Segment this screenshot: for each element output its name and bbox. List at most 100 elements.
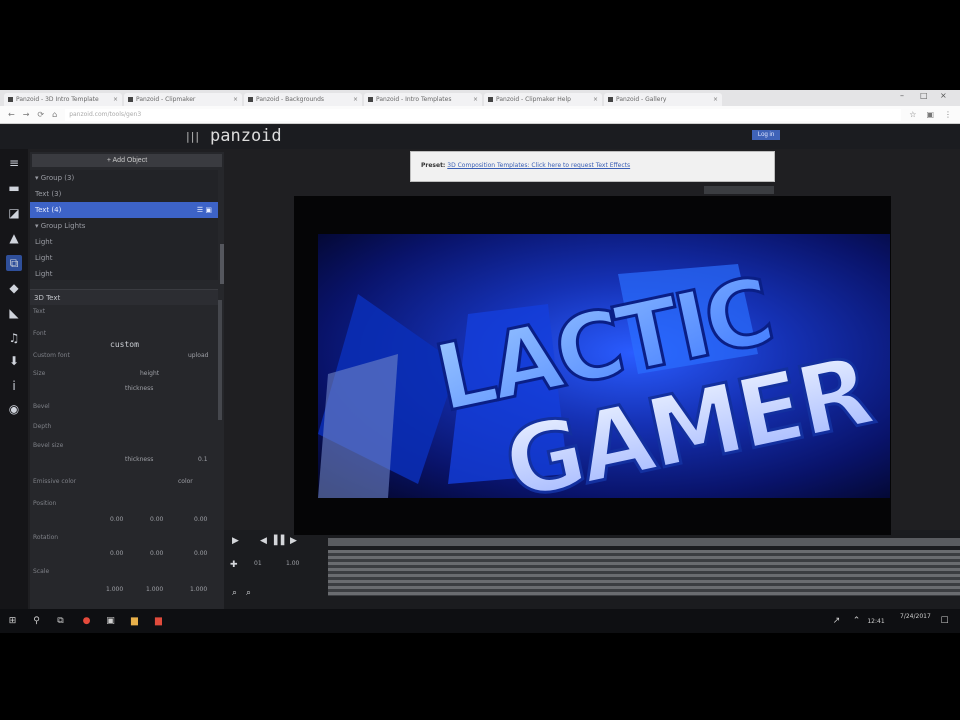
search-icon[interactable]: ⚲	[30, 615, 43, 628]
tree-item[interactable]: ▾ Group (3)	[30, 170, 218, 186]
step-icon[interactable]: ▌▌	[274, 536, 288, 546]
tab-label: Panzoid - 3D Intro Template	[16, 96, 99, 103]
close-icon[interactable]: ×	[353, 96, 358, 103]
position-y[interactable]: 0.00	[150, 516, 163, 523]
star-icon[interactable]: ☆	[909, 110, 916, 119]
menu-icon[interactable]: ≡	[6, 155, 22, 171]
app-icon[interactable]: ▣	[104, 615, 117, 628]
zoom-in-icon[interactable]: ⌕	[246, 588, 251, 598]
close-icon[interactable]: ×	[473, 96, 478, 103]
login-button[interactable]: Log in	[752, 130, 780, 140]
font-value[interactable]: custom	[110, 340, 162, 352]
browser-tab[interactable]: Panzoid - Backgrounds ×	[244, 93, 362, 106]
close-icon[interactable]: ×	[113, 96, 118, 103]
notice-tab[interactable]	[704, 186, 774, 194]
shard-shape	[318, 354, 398, 498]
start-icon[interactable]: ⊞	[6, 615, 19, 628]
favicon-icon	[8, 97, 13, 102]
maximize-icon[interactable]: □	[920, 91, 928, 100]
favicon-icon	[368, 97, 373, 102]
tree-item[interactable]: Light	[30, 234, 218, 250]
browser-tab[interactable]: Panzoid - Clipmaker ×	[124, 93, 242, 106]
extension-icon[interactable]: ▣	[926, 110, 934, 119]
tree-item[interactable]: Light	[30, 250, 218, 266]
back-icon[interactable]: ←	[8, 110, 15, 119]
position-z[interactable]: 0.00	[194, 516, 207, 523]
url-input[interactable]: panzoid.com/tools/gen3	[65, 108, 902, 121]
chrome-icon[interactable]: ●	[80, 615, 93, 628]
tree-item-label: Light	[35, 254, 53, 262]
info-icon[interactable]: i	[6, 378, 22, 394]
app-title: panzoid	[210, 126, 282, 146]
browser-tab[interactable]: Panzoid - Clipmaker Help ×	[484, 93, 602, 106]
minimize-icon[interactable]: –	[900, 91, 904, 100]
close-icon[interactable]: ×	[713, 96, 718, 103]
media-app-icon[interactable]: ▆	[152, 615, 165, 628]
layers-icon[interactable]: ◆	[6, 280, 22, 296]
add-keyframe-icon[interactable]: ✚	[230, 560, 238, 570]
tree-scrollbar[interactable]	[220, 244, 224, 284]
browser-tab[interactable]: Panzoid - Intro Templates ×	[364, 93, 482, 106]
tree-item[interactable]: Text (3)	[30, 186, 218, 202]
notice-link[interactable]: 3D Composition Templates: Click here to …	[447, 162, 630, 169]
clock[interactable]: 7/24/2017	[900, 613, 931, 621]
download-icon[interactable]: ⬇	[6, 353, 22, 369]
position-label: Position	[33, 500, 57, 507]
play-icon[interactable]: ▶	[232, 536, 239, 546]
preview-render: LACTIC GAMER	[318, 256, 882, 498]
scale-y[interactable]: 1.000	[146, 586, 163, 593]
home-icon[interactable]: ⌂	[52, 110, 57, 119]
reload-icon[interactable]: ⟳	[37, 110, 44, 119]
section-title: 3D Text	[30, 289, 218, 305]
network-icon[interactable]: ↗	[830, 615, 843, 628]
notification-icon[interactable]: ☐	[938, 615, 951, 628]
size-label: Size	[33, 370, 46, 377]
tree-item[interactable]: Light	[30, 266, 218, 282]
media-icon[interactable]: ◣	[6, 305, 22, 321]
rewind-icon[interactable]: ◀	[260, 536, 267, 546]
close-icon[interactable]: ×	[593, 96, 598, 103]
tree-item[interactable]: ▾ Group Lights	[30, 218, 218, 234]
folder-app-icon[interactable]: ▆	[128, 615, 141, 628]
close-window-icon[interactable]: ×	[940, 91, 947, 100]
forward-icon[interactable]: →	[23, 110, 30, 119]
forward-icon[interactable]: ▶	[290, 536, 297, 546]
object-panel: + Add Object ▾ Group (3) Text (3) Text (…	[30, 152, 224, 610]
folder-icon[interactable]: ▬	[6, 180, 22, 196]
item-controls-icon[interactable]: ☰ ▣	[197, 202, 212, 218]
browser-tab[interactable]: Panzoid - 3D Intro Template ×	[4, 93, 122, 106]
music-icon[interactable]: ♫	[6, 330, 22, 346]
size-value-a[interactable]: height	[140, 370, 159, 377]
image-icon[interactable]: ▲	[6, 230, 22, 246]
tab-label: Panzoid - Clipmaker Help	[496, 96, 571, 103]
globe-icon[interactable]: ◉	[6, 401, 22, 417]
tree-item-selected[interactable]: Text (4) ☰ ▣	[30, 202, 218, 218]
bevel-size-value[interactable]: thickness	[125, 456, 153, 463]
properties-scrollbar[interactable]	[218, 300, 222, 420]
address-bar: ← → ⟳ ⌂ panzoid.com/tools/gen3 ☆ ▣ ⋮	[0, 106, 960, 124]
scale-z[interactable]: 1.000	[190, 586, 207, 593]
menu-dots-icon[interactable]: ⋮	[944, 110, 952, 119]
custom-font-value[interactable]: upload	[188, 352, 208, 359]
emissive-color-value[interactable]: color	[178, 478, 193, 485]
add-object-button[interactable]: + Add Object	[32, 154, 222, 167]
bevel-size-number[interactable]: 0.1	[198, 456, 208, 463]
size-value-b[interactable]: thickness	[125, 385, 153, 392]
close-icon[interactable]: ×	[233, 96, 238, 103]
clock-time-tray: 12:41	[867, 618, 885, 625]
preview-viewport[interactable]: LACTIC GAMER	[318, 234, 890, 498]
objects-icon[interactable]: ⧉	[6, 255, 22, 271]
timeline-track[interactable]	[328, 538, 960, 546]
scale-label: Scale	[33, 568, 50, 575]
position-x[interactable]: 0.00	[110, 516, 123, 523]
rotation-x[interactable]: 0.00	[110, 550, 123, 557]
rotation-z[interactable]: 0.00	[194, 550, 207, 557]
timeline-keyframes[interactable]	[328, 550, 960, 596]
scale-x[interactable]: 1.000	[106, 586, 123, 593]
chart-icon[interactable]: ◪	[6, 205, 22, 221]
tree-item-label: ▾ Group Lights	[35, 222, 86, 230]
zoom-out-icon[interactable]: ⌕	[232, 588, 237, 598]
browser-tab[interactable]: Panzoid - Gallery ×	[604, 93, 722, 106]
task-view-icon[interactable]: ⧉	[54, 615, 67, 628]
rotation-y[interactable]: 0.00	[150, 550, 163, 557]
